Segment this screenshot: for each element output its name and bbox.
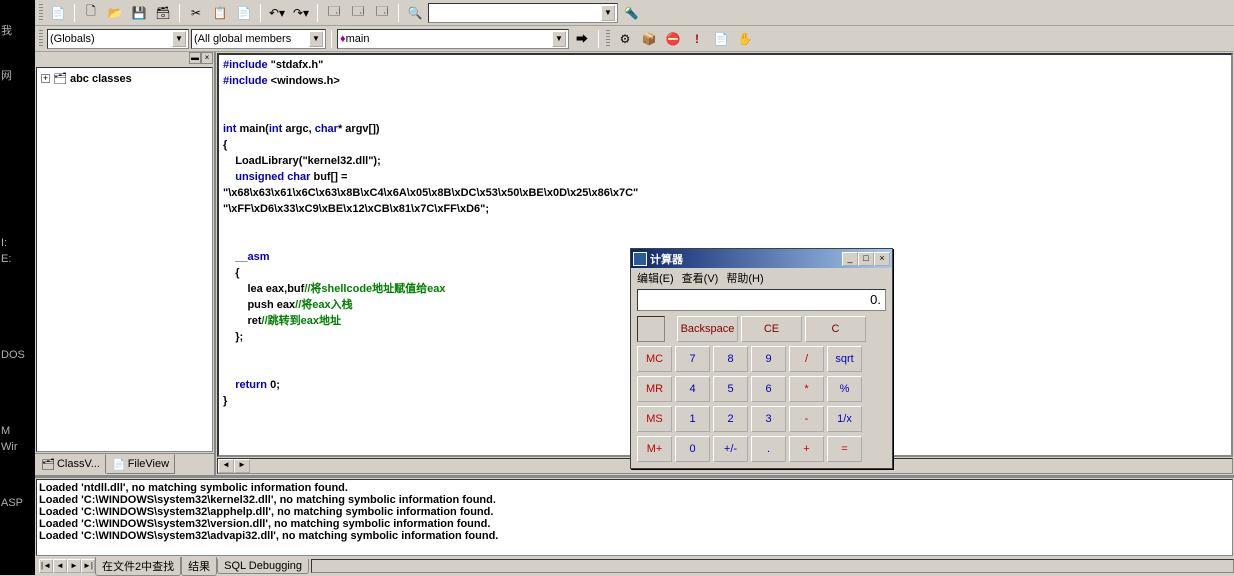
new-text-icon[interactable]: 📄 bbox=[47, 2, 69, 24]
toolbar-wizard: (Globals)▼ (All global members▼ ♦ main▼ … bbox=[35, 26, 1234, 52]
redo-icon[interactable]: ↷▾ bbox=[290, 2, 312, 24]
output-tab-find2[interactable]: 在文件2中查找 bbox=[95, 557, 181, 576]
tab-prev-icon[interactable]: ◄ bbox=[53, 559, 67, 573]
decimal-button[interactable]: . bbox=[751, 436, 786, 462]
output-text[interactable]: Loaded 'ntdll.dll', no matching symbolic… bbox=[36, 479, 1233, 556]
ce-button[interactable]: CE bbox=[741, 316, 802, 342]
go-icon[interactable]: 📄 bbox=[710, 28, 732, 50]
calculator-window: 计算器 _ □ × 编辑(E) 查看(V) 帮助(H) 0. Backspace… bbox=[630, 248, 893, 469]
new-file-icon[interactable]: 🗋 bbox=[80, 2, 102, 24]
calculator-title: 计算器 bbox=[650, 251, 683, 267]
plusminus-button[interactable]: +/- bbox=[713, 436, 748, 462]
c-button[interactable]: C bbox=[805, 316, 866, 342]
backspace-button[interactable]: Backspace bbox=[677, 316, 738, 342]
scope-combo[interactable]: (Globals)▼ bbox=[47, 29, 189, 49]
mr-button[interactable]: MR bbox=[637, 376, 672, 402]
tab-last-icon[interactable]: ►| bbox=[81, 559, 95, 573]
divide-button[interactable]: / bbox=[789, 346, 824, 372]
stop-build-icon[interactable]: ⛔ bbox=[662, 28, 684, 50]
close-icon[interactable]: × bbox=[874, 252, 890, 266]
menu-help[interactable]: 帮助(H) bbox=[726, 270, 763, 284]
paste-icon[interactable]: 📄 bbox=[233, 2, 255, 24]
save-all-icon[interactable]: 🗃 bbox=[152, 2, 174, 24]
workspace-icon[interactable]: 🗔 bbox=[323, 2, 345, 24]
find-combo[interactable]: ▼ bbox=[428, 3, 618, 23]
execute-icon[interactable]: ! bbox=[686, 28, 708, 50]
num-2-button[interactable]: 2 bbox=[713, 406, 748, 432]
calculator-icon bbox=[633, 252, 647, 266]
mc-button[interactable]: MC bbox=[637, 346, 672, 372]
num-5-button[interactable]: 5 bbox=[713, 376, 748, 402]
os-taskbar: 我 网 I: E: DOS M Wir ASP bbox=[0, 0, 35, 575]
maximize-icon[interactable]: □ bbox=[858, 252, 874, 266]
multiply-button[interactable]: * bbox=[789, 376, 824, 402]
memory-indicator bbox=[637, 316, 665, 342]
classes-icon: 🗂 bbox=[53, 72, 67, 85]
output-icon[interactable]: 🗔 bbox=[347, 2, 369, 24]
window-list-icon[interactable]: 🗔 bbox=[371, 2, 393, 24]
find-icon[interactable]: 🔦 bbox=[620, 2, 642, 24]
menu-view[interactable]: 查看(V) bbox=[682, 270, 719, 284]
toolbar-standard: 📄 🗋 📂 💾 🗃 ✂ 📋 📄 ↶▾ ↷▾ 🗔 🗔 🗔 🔍 ▼ 🔦 bbox=[35, 0, 1234, 26]
menu-edit[interactable]: 编辑(E) bbox=[637, 270, 674, 284]
calculator-menubar: 编辑(E) 查看(V) 帮助(H) bbox=[631, 268, 892, 286]
goto-icon[interactable]: ⮕ bbox=[571, 28, 593, 50]
calculator-display: 0. bbox=[637, 289, 886, 311]
num-7-button[interactable]: 7 bbox=[675, 346, 710, 372]
class-tree[interactable]: + 🗂 abc classes bbox=[36, 67, 213, 452]
sqrt-button[interactable]: sqrt bbox=[827, 346, 862, 372]
expand-icon[interactable]: + bbox=[41, 74, 50, 83]
num-1-button[interactable]: 1 bbox=[675, 406, 710, 432]
compile-icon[interactable]: ⚙ bbox=[614, 28, 636, 50]
add-button[interactable]: + bbox=[789, 436, 824, 462]
tree-root[interactable]: + 🗂 abc classes bbox=[41, 72, 208, 85]
find-in-files-icon[interactable]: 🔍 bbox=[404, 2, 426, 24]
percent-button[interactable]: % bbox=[827, 376, 862, 402]
mplus-button[interactable]: M+ bbox=[637, 436, 672, 462]
minimize-icon[interactable]: _ bbox=[842, 252, 858, 266]
output-scrollbar[interactable] bbox=[311, 559, 1234, 573]
calculator-titlebar[interactable]: 计算器 _ □ × bbox=[631, 249, 892, 268]
members-combo[interactable]: (All global members▼ bbox=[191, 29, 326, 49]
fileview-tab[interactable]: 📄FileView bbox=[106, 454, 175, 474]
output-tab-sql[interactable]: SQL Debugging bbox=[217, 559, 309, 574]
tab-next-icon[interactable]: ► bbox=[67, 559, 81, 573]
tree-root-label: abc classes bbox=[70, 73, 132, 85]
function-combo[interactable]: ♦ main▼ bbox=[337, 29, 569, 49]
reciprocal-button[interactable]: 1/x bbox=[827, 406, 862, 432]
undo-icon[interactable]: ↶▾ bbox=[266, 2, 288, 24]
classview-tab[interactable]: 🗂ClassV... bbox=[35, 454, 106, 474]
num-3-button[interactable]: 3 bbox=[751, 406, 786, 432]
save-icon[interactable]: 💾 bbox=[128, 2, 150, 24]
output-tabs: |◄ ◄ ► ►| 在文件2中查找 结果 SQL Debugging bbox=[35, 557, 1234, 575]
ms-button[interactable]: MS bbox=[637, 406, 672, 432]
breakpoint-icon[interactable]: ✋ bbox=[734, 28, 756, 50]
num-4-button[interactable]: 4 bbox=[675, 376, 710, 402]
subtract-button[interactable]: - bbox=[789, 406, 824, 432]
num-0-button[interactable]: 0 bbox=[675, 436, 710, 462]
output-tab-results[interactable]: 结果 bbox=[181, 557, 217, 576]
copy-icon[interactable]: 📋 bbox=[209, 2, 231, 24]
num-6-button[interactable]: 6 bbox=[751, 376, 786, 402]
equals-button[interactable]: = bbox=[827, 436, 862, 462]
workspace-panel: ▬ × + 🗂 abc classes 🗂ClassV... 📄FileView bbox=[35, 52, 216, 475]
num-9-button[interactable]: 9 bbox=[751, 346, 786, 372]
panel-dock-icon[interactable]: ▬ bbox=[189, 52, 201, 64]
panel-close-icon[interactable]: × bbox=[201, 52, 213, 64]
cut-icon[interactable]: ✂ bbox=[185, 2, 207, 24]
num-8-button[interactable]: 8 bbox=[713, 346, 748, 372]
output-panel: Loaded 'ntdll.dll', no matching symbolic… bbox=[35, 475, 1234, 575]
tab-first-icon[interactable]: |◄ bbox=[39, 559, 53, 573]
build-icon[interactable]: 📦 bbox=[638, 28, 660, 50]
open-icon[interactable]: 📂 bbox=[104, 2, 126, 24]
